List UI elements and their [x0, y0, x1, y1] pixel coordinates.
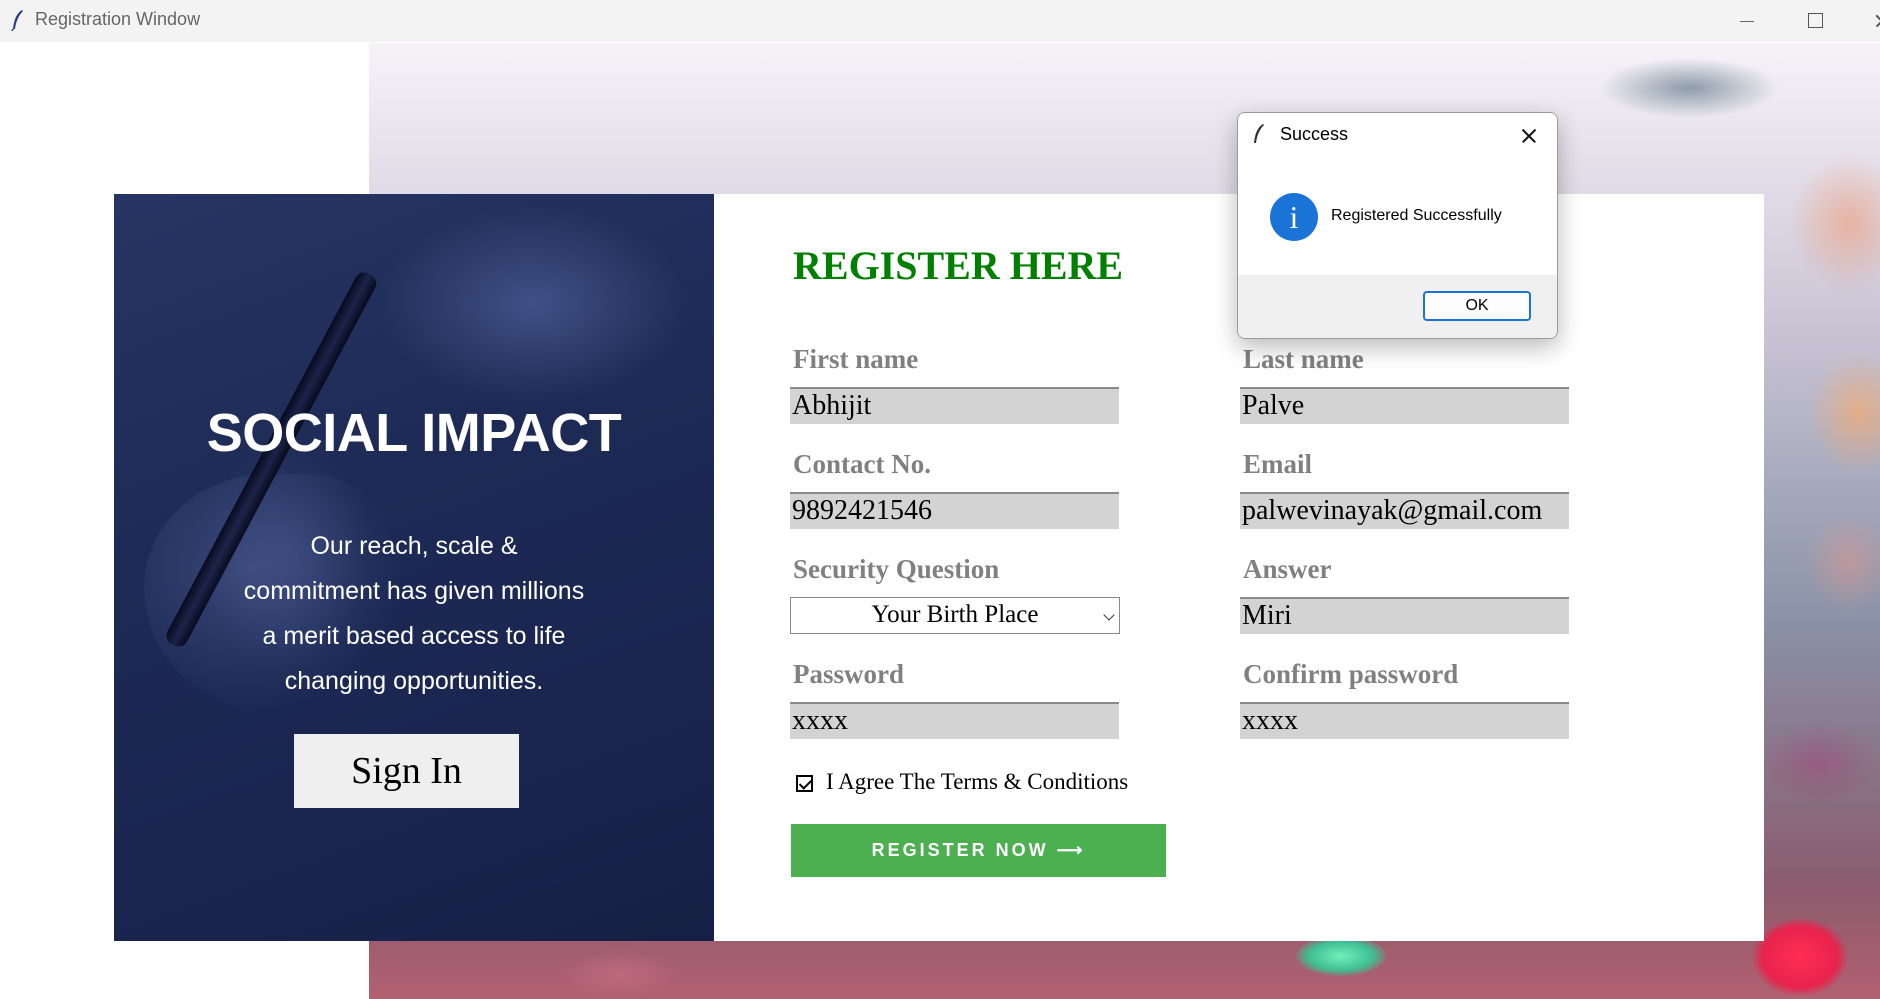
- security-question-select[interactable]: Your Birth Place: [790, 597, 1120, 634]
- bokeh-light-green: [1296, 936, 1386, 976]
- security-question-label: Security Question: [793, 554, 1000, 584]
- social-impact-line: commitment has given millions: [243, 577, 585, 605]
- contact-input[interactable]: 9892421546: [790, 492, 1119, 529]
- success-dialog: Success i Registered Successfully OK: [1237, 112, 1558, 339]
- answer-label: Answer: [1243, 554, 1332, 584]
- bokeh-light-pink: [560, 950, 680, 999]
- window-title: Registration Window: [35, 9, 201, 29]
- password-input[interactable]: xxxx: [790, 702, 1119, 739]
- ok-button[interactable]: OK: [1423, 291, 1531, 321]
- social-impact-line: a merit based access to life: [262, 622, 566, 650]
- email-input[interactable]: palwevinayak@gmail.com: [1240, 492, 1569, 529]
- feather-icon: [11, 10, 23, 31]
- social-impact-line: Our reach, scale &: [310, 532, 518, 560]
- answer-input[interactable]: Miri: [1240, 597, 1569, 634]
- social-impact-line: changing opportunities.: [284, 667, 544, 695]
- password-label: Password: [793, 659, 905, 689]
- social-impact-heading: SOCIAL IMPACT: [206, 403, 622, 463]
- bokeh-light-red: [1752, 918, 1848, 996]
- maximize-button[interactable]: [1795, 6, 1835, 36]
- chevron-down-icon: [1103, 609, 1115, 621]
- terms-label: I Agree The Terms & Conditions: [826, 769, 1129, 794]
- confirm-password-input[interactable]: xxxx: [1240, 702, 1569, 739]
- last-name-input[interactable]: Palve: [1240, 387, 1569, 424]
- register-title: REGISTER HERE: [793, 243, 1124, 288]
- email-label: Email: [1243, 449, 1313, 479]
- sign-in-button[interactable]: Sign In: [294, 734, 519, 808]
- first-name-label: First name: [793, 344, 919, 374]
- last-name-label: Last name: [1243, 344, 1364, 374]
- social-impact-text: Our reach, scale & commitment has given …: [114, 524, 714, 704]
- security-question-value: Your Birth Place: [871, 601, 1039, 628]
- dialog-title: Success: [1280, 124, 1349, 144]
- info-icon: i: [1270, 193, 1318, 241]
- minimize-button[interactable]: [1727, 6, 1767, 36]
- contact-label: Contact No.: [793, 449, 931, 479]
- social-impact-panel: SOCIAL IMPACT Our reach, scale & commitm…: [114, 194, 714, 941]
- close-window-button[interactable]: [1862, 6, 1880, 36]
- register-now-button[interactable]: REGISTER NOW ⟶: [791, 824, 1166, 877]
- dialog-message: Registered Successfully: [1331, 207, 1502, 224]
- feather-icon: [1254, 124, 1264, 143]
- close-icon[interactable]: [1516, 123, 1542, 149]
- confirm-password-label: Confirm password: [1243, 659, 1459, 689]
- terms-checkbox[interactable]: [796, 775, 813, 792]
- title-bar: Registration Window: [0, 0, 1880, 42]
- first-name-input[interactable]: Abhijit: [790, 387, 1119, 424]
- dialog-header: Success: [1238, 113, 1557, 157]
